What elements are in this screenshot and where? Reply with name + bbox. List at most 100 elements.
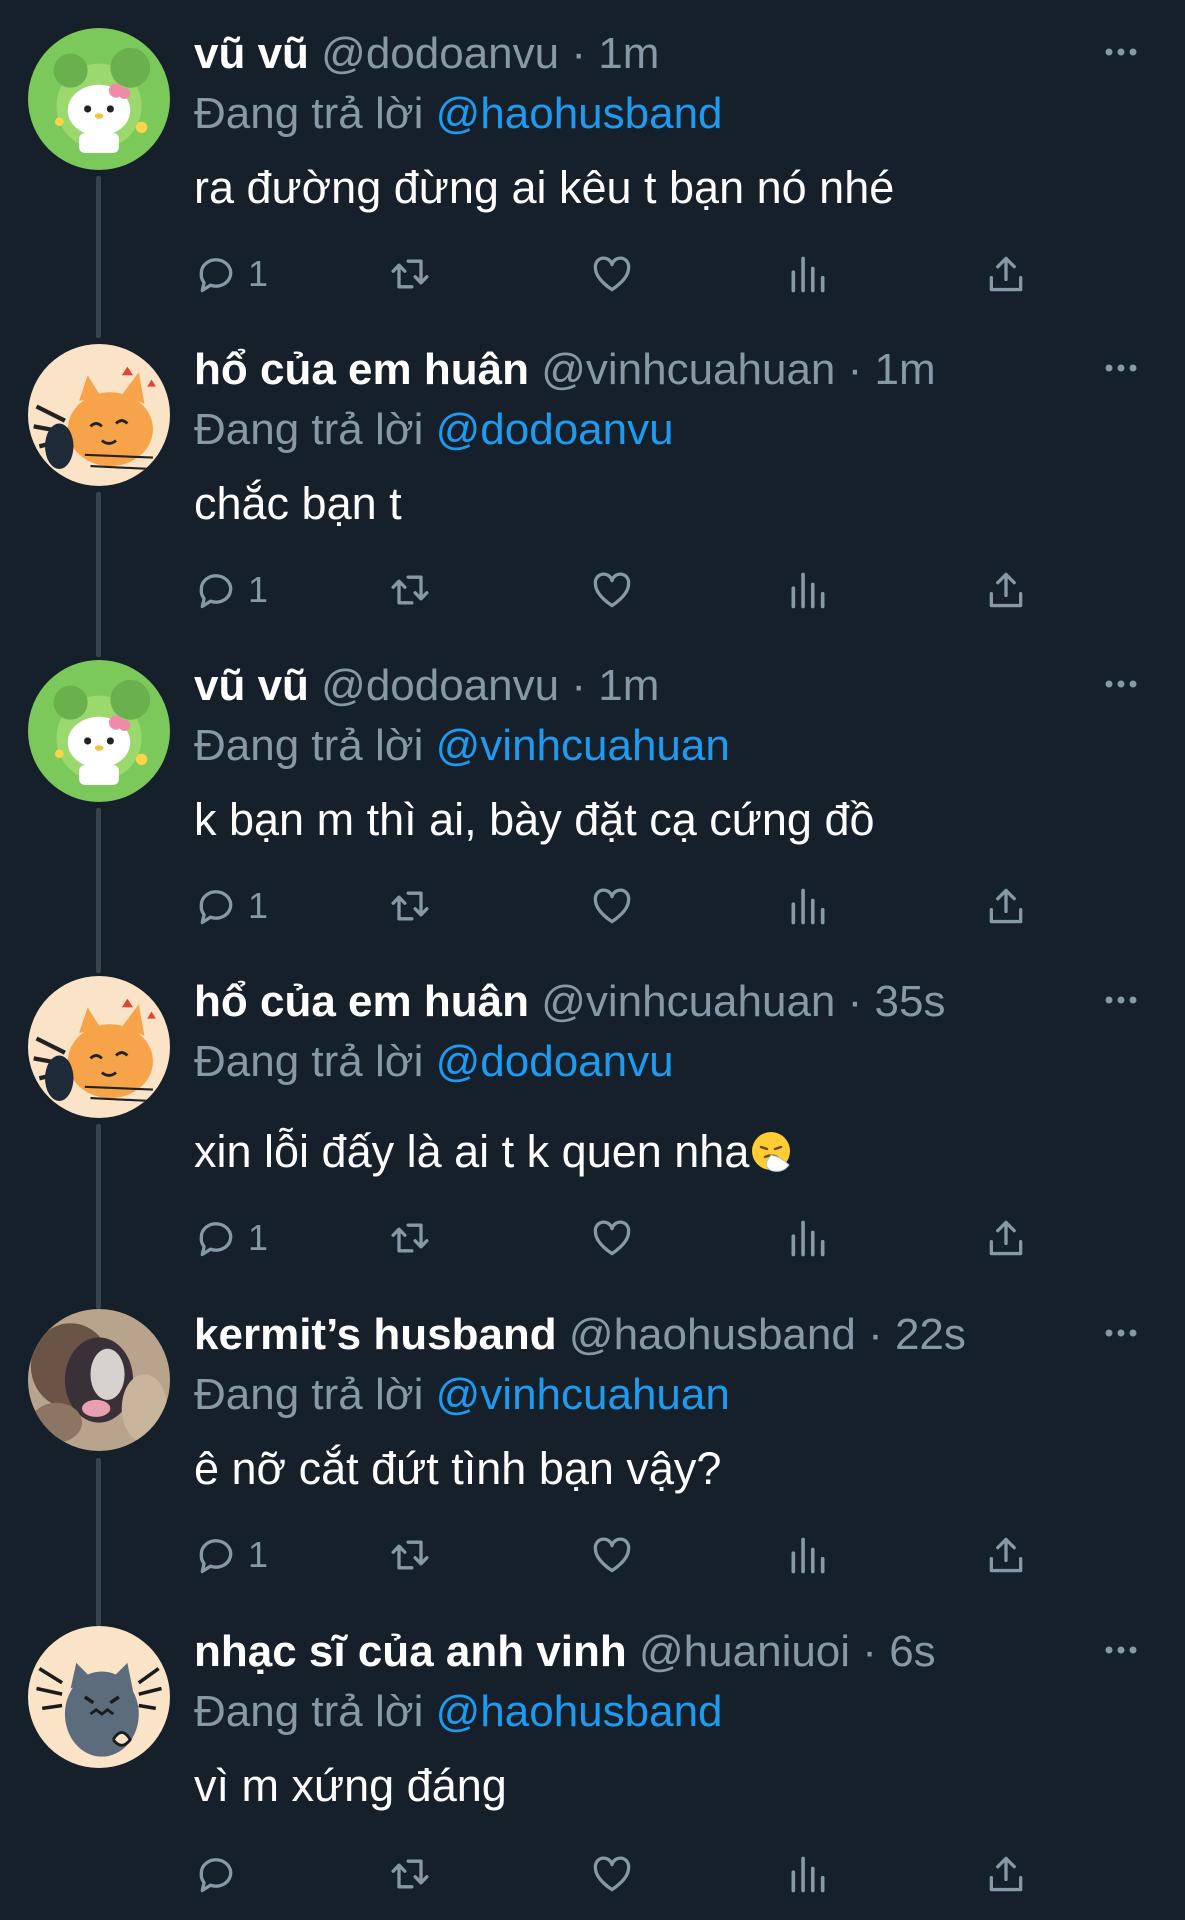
analytics-button[interactable] — [786, 1525, 830, 1585]
retweet-button[interactable] — [388, 1525, 432, 1585]
mention-link[interactable]: @dodoanvu — [436, 405, 674, 454]
reply-icon — [199, 890, 233, 925]
replying-to-label: Đang trả lời — [194, 405, 424, 454]
like-button[interactable] — [590, 1208, 634, 1268]
tweet-header: nhạc sĩ của anh vinh @huaniuoi · 6s — [194, 1624, 936, 1680]
avatar[interactable] — [28, 660, 170, 802]
reply-count: 1 — [248, 1534, 269, 1575]
more-options-button[interactable] — [1097, 660, 1145, 708]
orange-cat-avatar — [28, 976, 170, 1118]
analytics-button[interactable] — [786, 244, 830, 304]
avatar[interactable] — [28, 1309, 170, 1451]
tweet-actions: 1 — [194, 1208, 1054, 1268]
like-button[interactable] — [590, 1525, 634, 1585]
like-button[interactable] — [590, 244, 634, 304]
tweet[interactable]: kermit’s husband @haohusband · 22s Đang … — [0, 1281, 1185, 1597]
mention-link[interactable]: @haohusband — [436, 89, 723, 138]
reply-button[interactable]: 1 — [194, 244, 268, 304]
display-name[interactable]: hổ của em huân — [194, 977, 529, 1026]
more-options-icon — [1105, 1646, 1137, 1654]
green-hello-kitty-avatar — [28, 28, 170, 170]
reply-button[interactable]: 1 — [194, 560, 268, 620]
share-button[interactable] — [984, 1844, 1028, 1904]
retweet-button[interactable] — [388, 244, 432, 304]
timestamp[interactable]: 6s — [889, 1627, 935, 1676]
replying-to: Đang trả lời @haohusband — [194, 1684, 723, 1740]
like-button[interactable] — [590, 560, 634, 620]
analytics-button[interactable] — [786, 1844, 830, 1904]
mention-link[interactable]: @vinhcuahuan — [436, 1370, 730, 1419]
user-handle[interactable]: @vinhcuahuan — [541, 345, 835, 394]
like-icon — [593, 1537, 631, 1573]
avatar[interactable] — [28, 976, 170, 1118]
tweet[interactable]: vũ vũ @dodoanvu · 1m Đang trả lời @vinhc… — [0, 632, 1185, 948]
timestamp[interactable]: 1m — [598, 661, 659, 710]
reply-button[interactable]: 1 — [194, 876, 268, 936]
retweet-button[interactable] — [388, 876, 432, 936]
user-handle[interactable]: @dodoanvu — [321, 661, 559, 710]
share-button[interactable] — [984, 876, 1028, 936]
timestamp[interactable]: 35s — [875, 977, 946, 1026]
retweet-button[interactable] — [388, 1844, 432, 1904]
display-name[interactable]: nhạc sĩ của anh vinh — [194, 1627, 627, 1676]
share-button[interactable] — [984, 1525, 1028, 1585]
reply-button[interactable]: 1 — [194, 1208, 268, 1268]
more-options-button[interactable] — [1097, 1626, 1145, 1674]
analytics-button[interactable] — [786, 1208, 830, 1268]
analytics-button[interactable] — [786, 560, 830, 620]
user-handle[interactable]: @dodoanvu — [321, 29, 559, 78]
like-icon — [593, 256, 631, 292]
more-options-button[interactable] — [1097, 28, 1145, 76]
display-name[interactable]: vũ vũ — [194, 661, 309, 710]
tweet-text: ê nỡ cắt đứt tình bạn vậy? — [194, 1443, 722, 1494]
reply-button[interactable]: 1 — [194, 1525, 268, 1585]
mention-link[interactable]: @vinhcuahuan — [436, 721, 730, 770]
retweet-button[interactable] — [388, 1208, 432, 1268]
tweet-actions: 1 — [194, 876, 1054, 936]
timestamp[interactable]: 1m — [598, 29, 659, 78]
reply-button[interactable] — [194, 1844, 248, 1904]
tweet-actions: 1 — [194, 560, 1054, 620]
like-icon — [593, 888, 631, 924]
timestamp[interactable]: 22s — [895, 1310, 966, 1359]
avatar[interactable] — [28, 344, 170, 486]
share-button[interactable] — [984, 244, 1028, 304]
tweet[interactable]: vũ vũ @dodoanvu · 1m Đang trả lời @haohu… — [0, 0, 1185, 316]
display-name[interactable]: kermit’s husband — [194, 1310, 557, 1359]
tweet[interactable]: hổ của em huân @vinhcuahuan · 1m Đang tr… — [0, 316, 1185, 632]
share-button[interactable] — [984, 1208, 1028, 1268]
separator-dot: · — [571, 661, 587, 710]
user-handle[interactable]: @haohusband — [569, 1310, 856, 1359]
retweet-icon — [391, 1859, 429, 1889]
share-icon — [989, 888, 1023, 924]
tweet[interactable]: hổ của em huân @vinhcuahuan · 35s Đang t… — [0, 948, 1185, 1264]
like-icon — [593, 1856, 631, 1892]
tweet-text-content: xin lỗi đấy là ai t k quen nha — [194, 1126, 750, 1177]
analytics-button[interactable] — [786, 876, 830, 936]
retweet-button[interactable] — [388, 560, 432, 620]
more-options-button[interactable] — [1097, 1309, 1145, 1357]
like-button[interactable] — [590, 1844, 634, 1904]
tweet-text: chắc bạn t — [194, 478, 402, 529]
replying-to: Đang trả lời @haohusband — [194, 86, 723, 142]
tweet-header: hổ của em huân @vinhcuahuan · 1m — [194, 342, 936, 398]
mention-link[interactable]: @haohusband — [436, 1687, 723, 1736]
tweet-text: vì m xứng đáng — [194, 1760, 507, 1811]
tweet[interactable]: nhạc sĩ của anh vinh @huaniuoi · 6s Đang… — [0, 1598, 1185, 1914]
mention-link[interactable]: @dodoanvu — [436, 1037, 674, 1086]
replying-to: Đang trả lời @vinhcuahuan — [194, 718, 730, 774]
more-options-button[interactable] — [1097, 976, 1145, 1024]
timestamp[interactable]: 1m — [875, 345, 936, 394]
like-button[interactable] — [590, 876, 634, 936]
retweet-icon — [391, 1223, 429, 1253]
user-handle[interactable]: @huaniuoi — [639, 1627, 850, 1676]
more-options-button[interactable] — [1097, 344, 1145, 392]
display-name[interactable]: vũ vũ — [194, 29, 309, 78]
display-name[interactable]: hổ của em huân — [194, 345, 529, 394]
replying-to-label: Đang trả lời — [194, 1370, 424, 1419]
avatar[interactable] — [28, 1626, 170, 1768]
avatar[interactable] — [28, 28, 170, 170]
user-handle[interactable]: @vinhcuahuan — [541, 977, 835, 1026]
reply-icon — [199, 574, 233, 609]
share-button[interactable] — [984, 560, 1028, 620]
